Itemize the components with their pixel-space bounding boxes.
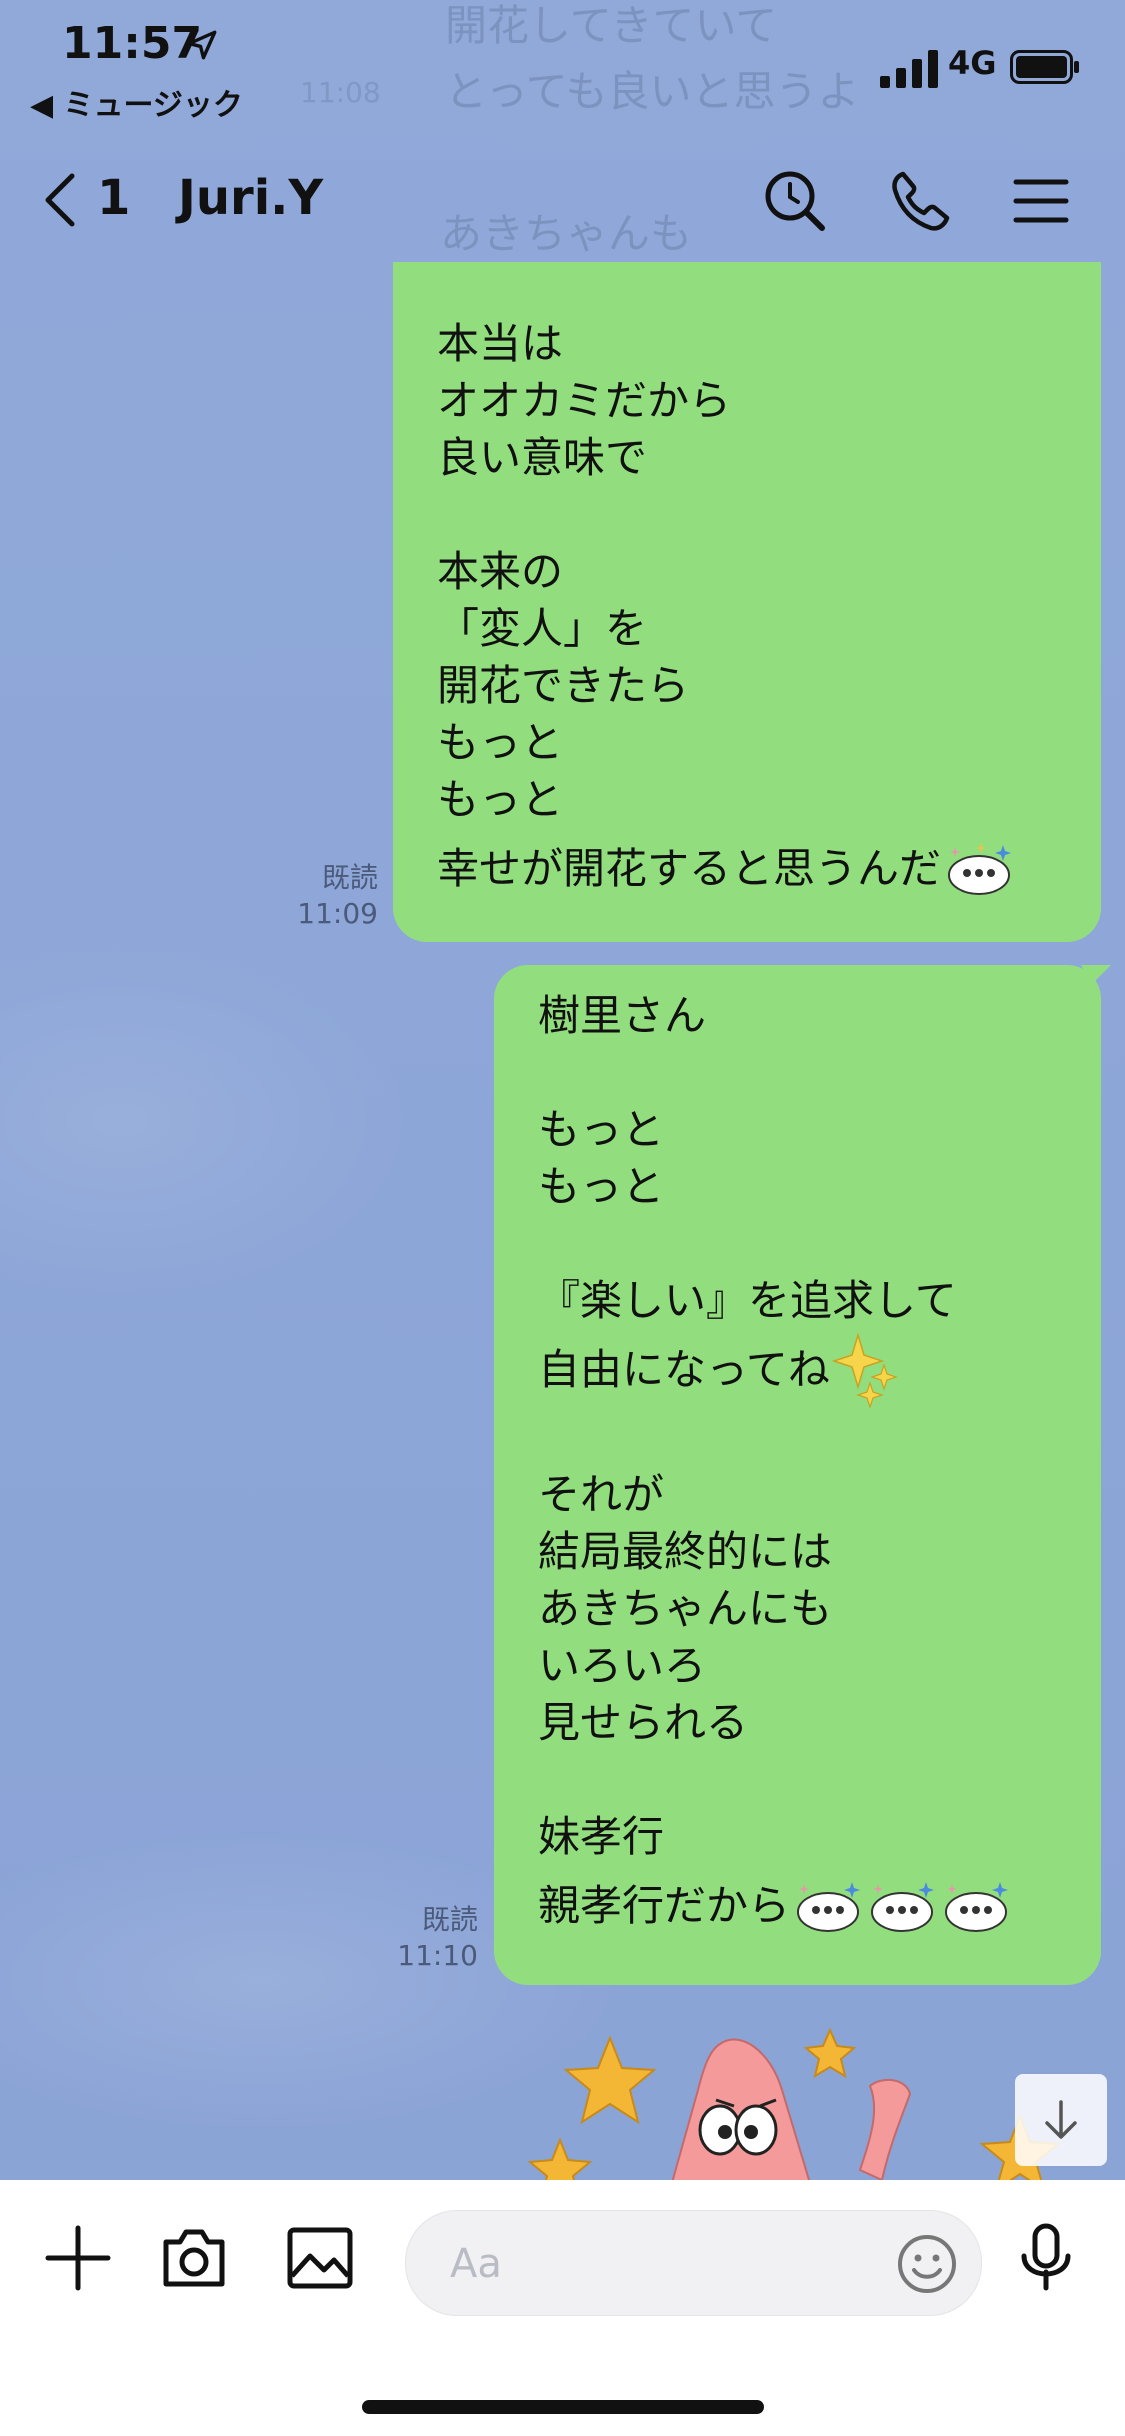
message-line: 親孝行だから bbox=[538, 1880, 791, 1930]
message-time: 11:10 bbox=[397, 1939, 478, 1972]
chat-header: 1 Juri.Y bbox=[0, 120, 1125, 270]
message-time: 11:09 bbox=[297, 897, 378, 930]
message-line: いろいろ bbox=[538, 1641, 707, 1690]
message-line: もっと bbox=[437, 718, 564, 767]
home-indicator bbox=[362, 2400, 764, 2414]
message-line: あきちゃんにも bbox=[538, 1584, 833, 1633]
arrow-down-icon bbox=[1045, 2100, 1077, 2139]
message-line: 開花できたら bbox=[437, 661, 690, 710]
read-receipt: 既読 bbox=[421, 1903, 478, 1936]
message-line: もっと bbox=[538, 1105, 665, 1154]
message-line: 本来の bbox=[437, 547, 564, 596]
unread-count[interactable]: 1 bbox=[97, 170, 130, 226]
sparkle-face-emoji-icon bbox=[797, 1882, 861, 1932]
back-to-app-link[interactable]: ◀ ミュージック bbox=[30, 80, 243, 124]
message-line: 良い意味で bbox=[437, 433, 648, 482]
read-receipt: 既読 bbox=[321, 861, 378, 894]
bubble-tail bbox=[1081, 965, 1111, 985]
menu-icon[interactable] bbox=[1006, 166, 1076, 236]
message-input[interactable] bbox=[448, 2235, 852, 2293]
search-icon[interactable] bbox=[760, 166, 830, 236]
message-line: 幸せが開花すると思うんだ bbox=[437, 843, 942, 893]
plus-icon[interactable] bbox=[40, 2220, 116, 2296]
message-bubble[interactable]: 樹里さん もっと もっと 『楽しい』を追求して 自由になってね それが 結局最終… bbox=[494, 965, 1111, 1985]
status-bar: 11:57 ◀ ミュージック 4G bbox=[0, 0, 1125, 123]
message-line: 本当は bbox=[437, 319, 564, 368]
message-input-bar bbox=[0, 2180, 1125, 2436]
message-line: 『楽しい』を追求して bbox=[538, 1276, 957, 1325]
scroll-to-bottom-button[interactable] bbox=[1015, 2074, 1107, 2166]
location-arrow-icon bbox=[187, 30, 217, 60]
line-chat-screen: 開花してきていて とっても良いと思うよ 11:08 あきちゃんも 11:57 ◀… bbox=[0, 0, 1125, 2436]
sparkle-face-emoji-icon bbox=[948, 843, 1012, 895]
emoji-icon[interactable] bbox=[896, 2233, 958, 2295]
phone-icon[interactable] bbox=[885, 166, 955, 236]
message-bubble[interactable]: 本当は オオカミだから 良い意味で 本来の 「変人」を 開花できたら もっと も… bbox=[393, 262, 1101, 942]
message-line: もっと bbox=[437, 775, 564, 824]
message-line: 妹孝行 bbox=[538, 1812, 665, 1861]
signal-icon bbox=[880, 50, 938, 88]
message-text-box[interactable] bbox=[405, 2210, 982, 2316]
message-line: 樹里さん bbox=[538, 991, 707, 1040]
chat-title[interactable]: Juri.Y bbox=[178, 170, 323, 226]
message-line: 自由になってね bbox=[538, 1344, 830, 1394]
image-icon[interactable] bbox=[282, 2220, 358, 2296]
message-line: 見せられる bbox=[538, 1698, 749, 1747]
sparkle-face-emoji-icon bbox=[871, 1882, 935, 1932]
mic-icon[interactable] bbox=[1008, 2220, 1084, 2296]
camera-icon[interactable] bbox=[156, 2220, 232, 2296]
back-chevron-icon[interactable] bbox=[38, 170, 82, 230]
sparkles-emoji-icon bbox=[831, 1332, 898, 1409]
battery-icon bbox=[1010, 50, 1079, 84]
message-line: それが bbox=[538, 1470, 665, 1519]
message-line: 「変人」を bbox=[437, 604, 648, 653]
message-meta: 既読 11:09 bbox=[280, 860, 378, 932]
message-line: オオカミだから bbox=[437, 376, 732, 425]
message-meta: 既読 11:10 bbox=[380, 1902, 478, 1974]
starfish-sticker[interactable] bbox=[520, 2020, 1080, 2180]
message-line: 結局最終的には bbox=[538, 1527, 833, 1576]
status-time: 11:57 bbox=[62, 18, 203, 69]
network-type: 4G bbox=[948, 44, 997, 82]
message-line: もっと bbox=[538, 1162, 665, 1211]
sparkle-face-emoji-icon bbox=[945, 1882, 1009, 1932]
